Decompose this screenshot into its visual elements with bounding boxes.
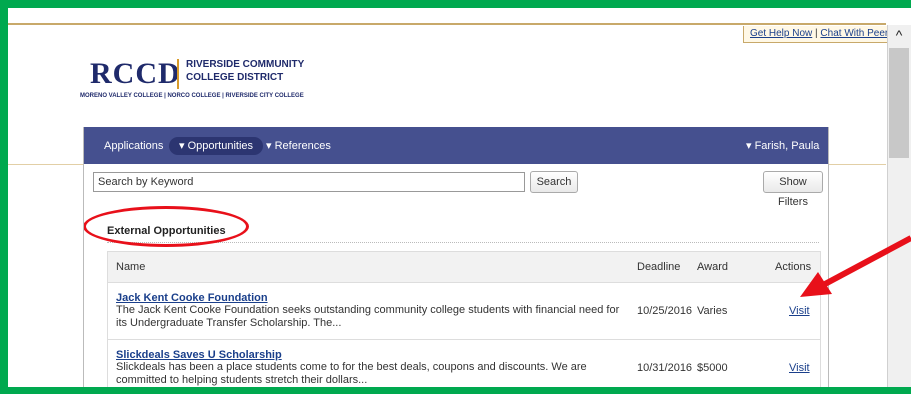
opportunity-description: Slickdeals has been a place students com… — [116, 361, 587, 386]
logo-colleges: MORENO VALLEY COLLEGE | NORCO COLLEGE | … — [80, 93, 304, 99]
logo-divider — [177, 59, 179, 89]
opportunity-award: Varies — [697, 305, 728, 317]
logo-name-line2: COLLEGE DISTRICT — [186, 72, 284, 83]
search-button[interactable]: Search — [530, 171, 578, 193]
nav-applications[interactable]: Applications — [104, 137, 163, 155]
scroll-up-arrow-icon[interactable]: ^ — [890, 26, 908, 44]
logo-name-line1: RIVERSIDE COMMUNITY — [186, 59, 305, 70]
main-panel: Applications ▾ Opportunities ▾ Reference… — [83, 127, 829, 387]
highlight-oval-annotation — [84, 206, 249, 247]
logo-acronym: RCCD — [90, 57, 181, 90]
search-input[interactable]: Search by Keyword — [93, 172, 525, 192]
header-actions: Actions — [775, 261, 812, 273]
opportunity-description: The Jack Kent Cooke Foundation seeks out… — [116, 304, 620, 329]
header-rule — [8, 23, 886, 25]
show-filters-button[interactable]: Show Filters — [763, 171, 823, 208]
opportunity-deadline: 10/25/2016 — [637, 305, 693, 317]
visit-link[interactable]: Visit — [789, 305, 810, 317]
header-award[interactable]: Award — [697, 252, 728, 282]
table-header: Name Deadline Award Actions — [108, 252, 820, 283]
opportunity-award: $5000 — [697, 362, 728, 374]
chat-with-peers-link[interactable]: Chat With Peers — [820, 28, 893, 39]
search-row: Search by Keyword Search Show Filters — [84, 164, 828, 208]
help-separator: | — [815, 28, 818, 39]
get-help-link[interactable]: Get Help Now — [750, 28, 812, 39]
top-navbar: Applications ▾ Opportunities ▾ Reference… — [84, 127, 828, 164]
header-name[interactable]: Name — [116, 252, 145, 282]
user-menu[interactable]: ▾ Farish, Paula — [746, 137, 819, 155]
table-row: Slickdeals Saves U Scholarship Slickdeal… — [108, 340, 820, 387]
table-row: Jack Kent Cooke Foundation The Jack Kent… — [108, 283, 820, 340]
browser-viewport: Get Help Now | Chat With Peers RCCD RIVE… — [8, 8, 911, 387]
nav-opportunities[interactable]: ▾ Opportunities — [169, 137, 264, 155]
opportunity-title-link[interactable]: Slickdeals Saves U Scholarship — [116, 349, 282, 361]
opportunity-deadline: 10/31/2016 — [637, 362, 693, 374]
visit-link[interactable]: Visit — [789, 362, 810, 374]
header-deadline[interactable]: Deadline — [637, 252, 680, 282]
scrollbar-thumb[interactable] — [889, 48, 909, 158]
help-bar: Get Help Now | Chat With Peers — [743, 26, 901, 43]
opportunity-title-link[interactable]: Jack Kent Cooke Foundation — [116, 292, 268, 304]
nav-references[interactable]: ▾ References — [266, 137, 331, 155]
opportunities-table: Name Deadline Award Actions Jack Kent Co… — [107, 251, 821, 387]
